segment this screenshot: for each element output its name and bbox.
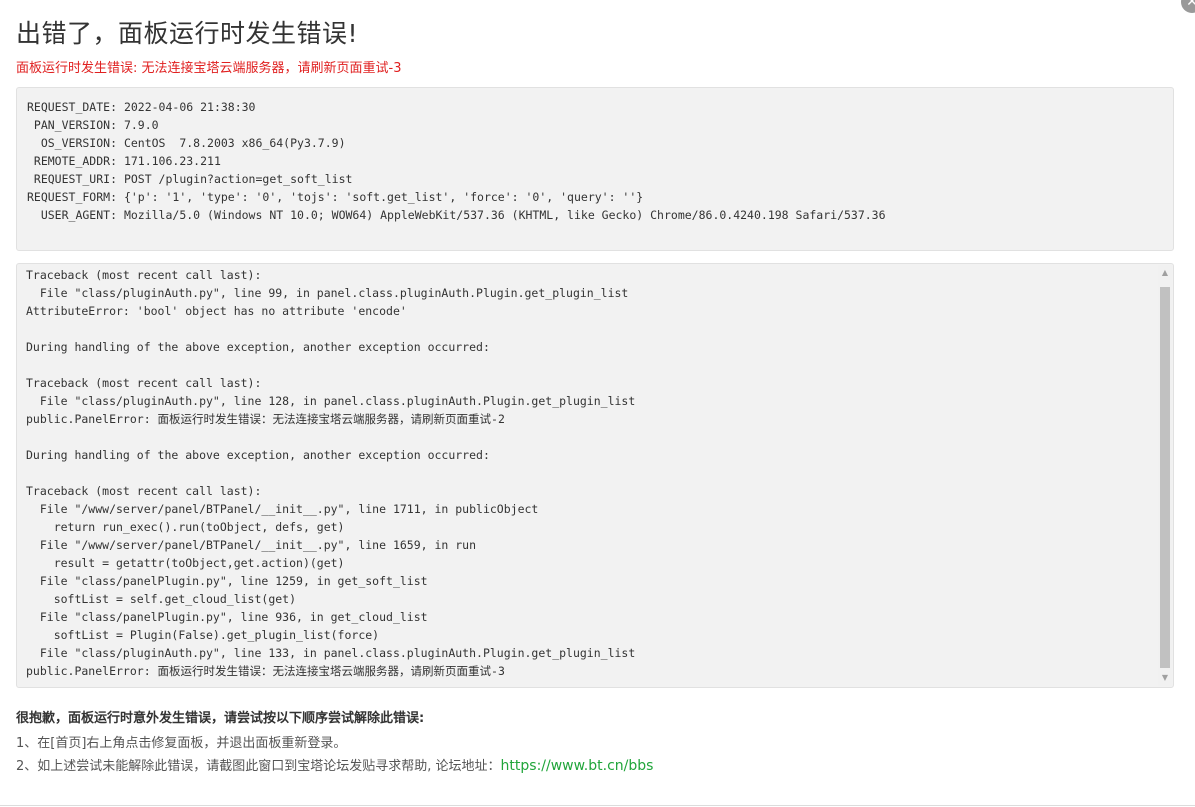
traceback-text: Traceback (most recent call last): File … [26,268,636,678]
info-row-request-form: REQUEST_FORM: {'p': '1', 'type': '0', 't… [26,188,1164,206]
info-key: OS_VERSION: [40,136,117,150]
info-row-pan-version: PAN_VERSION: 7.9.0 [26,116,1164,134]
forum-link[interactable]: https://www.bt.cn/bbs [501,758,654,774]
scroll-down-arrow-icon[interactable]: ▼ [1158,670,1172,686]
info-key: REQUEST_DATE: [26,100,117,114]
info-key: PAN_VERSION: [33,118,117,132]
info-key: REMOTE_ADDR: [33,154,117,168]
info-row-request-date: REQUEST_DATE: 2022-04-06 21:38:30 [26,98,1164,116]
info-row-user-agent: USER_AGENT: Mozilla/5.0 (Windows NT 10.0… [26,206,1164,224]
info-row-remote-addr: REMOTE_ADDR: 171.106.23.211 [26,152,1164,170]
help-step-1: 1、在[首页]右上角点击修复面板，并退出面板重新登录。 [16,736,347,751]
info-key: REQUEST_FORM: [26,190,117,204]
help-title: 很抱歉，面板运行时意外发生错误，请尝试按以下顺序尝试解除此错误: [16,711,425,726]
divider [0,805,1195,806]
traceback-panel[interactable]: Traceback (most recent call last): File … [16,263,1174,688]
info-value: {'p': '1', 'type': '0', 'tojs': 'soft.ge… [123,190,644,204]
info-value: Mozilla/5.0 (Windows NT 10.0; WOW64) App… [123,208,886,222]
scroll-up-arrow-icon[interactable]: ▲ [1158,265,1172,281]
close-icon[interactable]: ✕ [1181,0,1195,13]
vertical-scrollbar[interactable]: ▲ ▼ [1158,265,1172,686]
error-message: 面板运行时发生错误: 无法连接宝塔云端服务器，请刷新页面重试-3 [16,61,402,76]
help-step-2-text: 2、如上述尝试未能解除此错误，请截图此窗口到宝塔论坛发贴寻求帮助, 论坛地址： [16,759,501,774]
page-title: 出错了，面板运行时发生错误! [16,19,359,48]
info-row-os-version: OS_VERSION: CentOS 7.8.2003 x86_64(Py3.7… [26,134,1164,152]
info-value: POST /plugin?action=get_soft_list [123,172,353,186]
info-key: REQUEST_URI: [33,172,117,186]
help-step-2: 2、如上述尝试未能解除此错误，请截图此窗口到宝塔论坛发贴寻求帮助, 论坛地址：h… [16,755,653,774]
info-value: 2022-04-06 21:38:30 [123,100,256,114]
info-value: 171.106.23.211 [123,154,221,168]
info-value: 7.9.0 [123,118,159,132]
info-row-request-uri: REQUEST_URI: POST /plugin?action=get_sof… [26,170,1164,188]
scrollbar-thumb[interactable] [1160,287,1170,668]
info-value: CentOS 7.8.2003 x86_64(Py3.7.9) [123,136,346,150]
info-key: USER_AGENT: [40,208,117,222]
request-info-panel: REQUEST_DATE: 2022-04-06 21:38:30 PAN_VE… [16,87,1174,251]
